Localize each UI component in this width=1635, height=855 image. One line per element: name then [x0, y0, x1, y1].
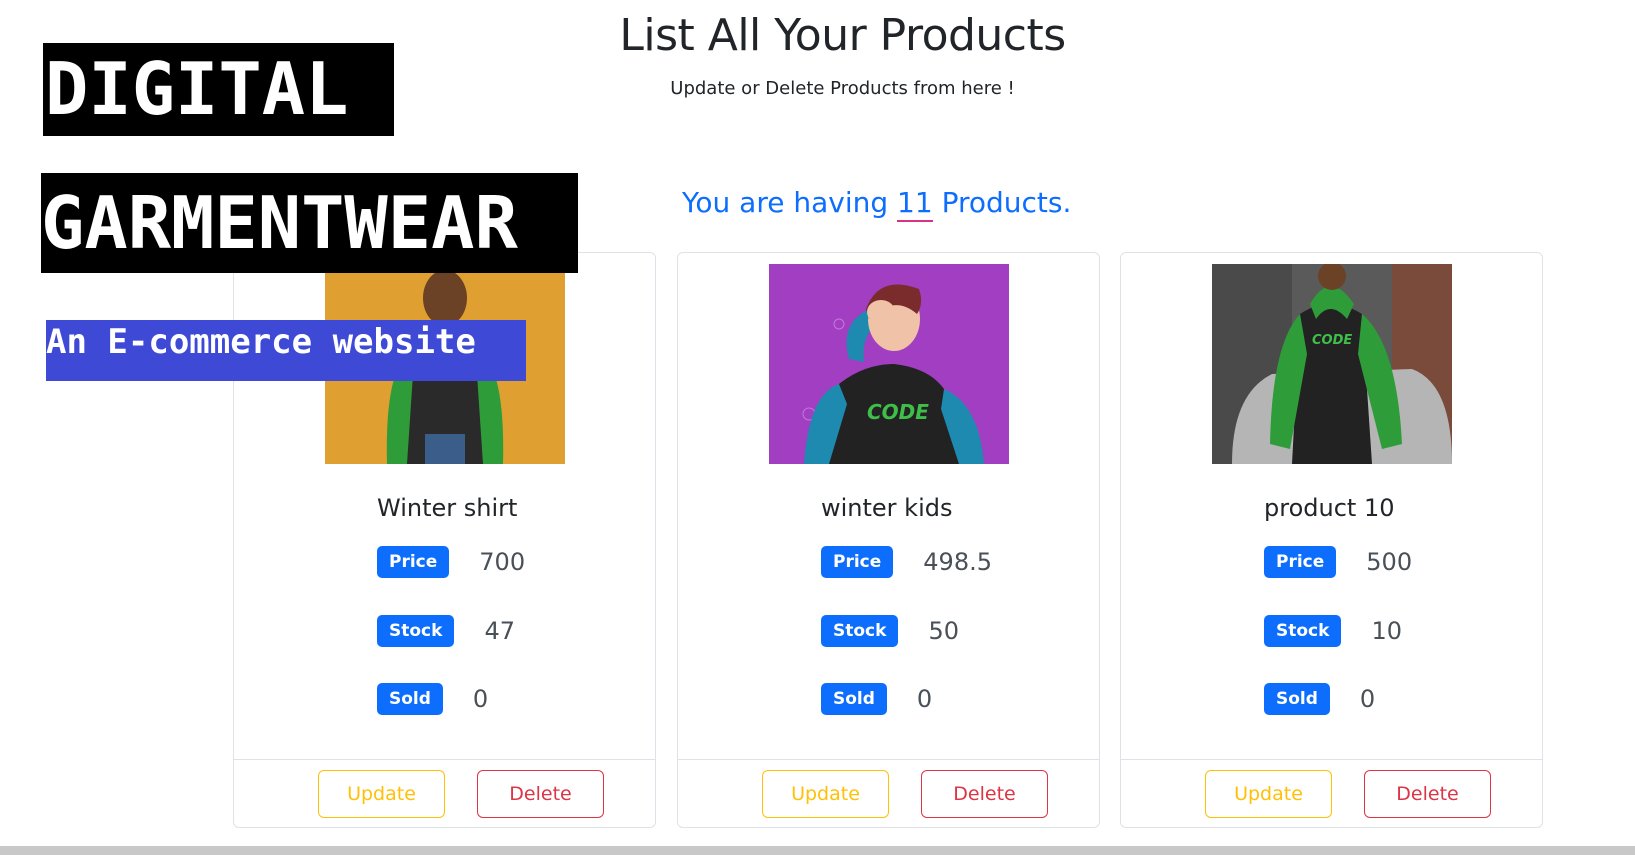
svg-text:CODE: CODE: [867, 400, 929, 424]
price-badge: Price: [821, 546, 894, 578]
stock-row: Stock 50: [821, 615, 959, 647]
sold-value: 0: [1359, 685, 1376, 713]
sold-badge: Sold: [1264, 683, 1330, 715]
delete-button[interactable]: Delete: [1364, 770, 1491, 818]
price-row: Price 500: [1264, 546, 1412, 578]
sold-badge: Sold: [377, 683, 443, 715]
product-name: Winter shirt: [377, 494, 518, 522]
update-button[interactable]: Update: [318, 770, 445, 818]
update-button[interactable]: Update: [762, 770, 889, 818]
stock-value: 10: [1371, 617, 1402, 645]
product-name: product 10: [1264, 494, 1395, 522]
product-name: winter kids: [821, 494, 953, 522]
price-value: 498.5: [923, 548, 992, 576]
sold-value: 0: [472, 685, 489, 713]
product-card: CODE product 10 Price 500 Stock 10 Sold …: [1120, 252, 1543, 828]
product-image: CODE: [1212, 264, 1452, 464]
count-prefix: You are having: [682, 186, 889, 219]
horizontal-scrollbar[interactable]: [0, 846, 1635, 855]
product-count: 11: [897, 186, 933, 222]
stock-badge: Stock: [821, 615, 899, 647]
sold-row: Sold 0: [821, 683, 932, 715]
sold-row: Sold 0: [1264, 683, 1375, 715]
stock-value: 47: [484, 617, 515, 645]
price-row: Price 498.5: [821, 546, 992, 578]
brand-title-line1: DIGITAL: [43, 43, 394, 136]
sold-value: 0: [916, 685, 933, 713]
delete-button[interactable]: Delete: [477, 770, 604, 818]
price-row: Price 700: [377, 546, 525, 578]
sold-badge: Sold: [821, 683, 887, 715]
update-button[interactable]: Update: [1205, 770, 1332, 818]
product-image: CODE: [769, 264, 1009, 464]
stock-badge: Stock: [377, 615, 455, 647]
price-badge: Price: [377, 546, 450, 578]
delete-button[interactable]: Delete: [921, 770, 1048, 818]
stock-badge: Stock: [1264, 615, 1342, 647]
card-footer: Update Delete: [234, 759, 655, 828]
product-card: CODE winter kids Price 498.5 Stock 50 So…: [677, 252, 1100, 828]
card-footer: Update Delete: [678, 759, 1099, 828]
brand-title-line2: GARMENTWEAR: [41, 173, 578, 273]
count-suffix: Products.: [941, 186, 1072, 219]
svg-text:CODE: CODE: [1312, 333, 1352, 348]
stock-value: 50: [928, 617, 959, 645]
stock-row: Stock 47: [377, 615, 515, 647]
brand-tagline: An E-commerce website: [46, 320, 526, 381]
price-value: 500: [1366, 548, 1413, 576]
price-badge: Price: [1264, 546, 1337, 578]
sold-row: Sold 0: [377, 683, 488, 715]
price-value: 700: [479, 548, 526, 576]
card-footer: Update Delete: [1121, 759, 1542, 828]
product-count-line: You are having 11 Products.: [682, 186, 1072, 222]
stock-row: Stock 10: [1264, 615, 1402, 647]
